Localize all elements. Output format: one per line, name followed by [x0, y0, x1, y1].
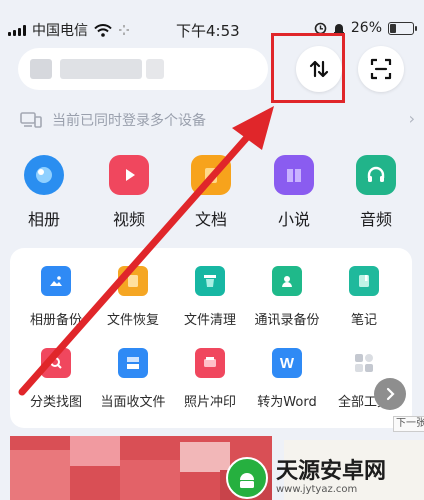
- signal-icon: [8, 24, 26, 36]
- chevron-right-icon: ›: [408, 109, 415, 128]
- next-slide-button[interactable]: [374, 378, 406, 410]
- search-bar[interactable]: [18, 48, 268, 90]
- loading-icon: [119, 25, 129, 35]
- tool-image-search[interactable]: 分类找图: [12, 348, 100, 410]
- receive-file-icon: [118, 348, 148, 378]
- redacted-text: [30, 59, 52, 79]
- category-album[interactable]: 相册: [9, 155, 79, 230]
- scan-icon: [370, 58, 392, 80]
- album-icon: [24, 155, 64, 195]
- word-convert-icon: W: [272, 348, 302, 378]
- all-tools-icon: [349, 348, 379, 378]
- tool-photo-print[interactable]: 照片冲印: [166, 348, 254, 410]
- carrier-name: 中国电信: [32, 23, 88, 39]
- contacts-backup-icon: [272, 266, 302, 296]
- next-slide-tooltip: 下一张: [393, 416, 424, 432]
- clock: 下午4:53: [176, 22, 240, 40]
- tools-panel: 相册备份 文件恢复 文件清理 通讯录备份 笔记 分类找图 当面收文件 照片冲印 …: [10, 248, 412, 428]
- tool-file-restore[interactable]: 文件恢复: [89, 266, 177, 328]
- redacted-text: [60, 59, 142, 79]
- wifi-icon: [94, 23, 112, 37]
- battery-percent: 26%: [350, 20, 382, 36]
- site-watermark: 天源安卓网 www.jytyaz.com: [226, 455, 424, 500]
- battery-icon: [388, 21, 417, 35]
- album-backup-icon: [41, 266, 71, 296]
- video-icon: [109, 155, 149, 195]
- android-logo-icon: [226, 456, 268, 499]
- category-document[interactable]: 文档: [176, 155, 246, 230]
- tool-word-convert[interactable]: W 转为Word: [243, 348, 331, 410]
- multi-device-text: 当前已同时登录多个设备: [52, 113, 206, 129]
- watermark-url: www.jytyaz.com: [276, 484, 358, 495]
- chevron-right-icon: [386, 387, 395, 401]
- file-restore-icon: [118, 266, 148, 296]
- tool-contacts-backup[interactable]: 通讯录备份: [243, 266, 331, 328]
- devices-icon: [20, 112, 42, 128]
- category-novel[interactable]: 小说: [259, 155, 329, 230]
- category-row: 相册 视频 文档 小说 音频: [0, 155, 424, 235]
- tool-album-backup[interactable]: 相册备份: [12, 266, 100, 328]
- tool-receive-file[interactable]: 当面收文件: [89, 348, 177, 410]
- watermark-title: 天源安卓网: [276, 459, 387, 484]
- audio-icon: [356, 155, 396, 195]
- scan-button[interactable]: [358, 46, 404, 92]
- redacted-text: [146, 59, 164, 79]
- status-bar: 中国电信 下午4:53 26%: [0, 0, 424, 40]
- document-icon: [191, 155, 231, 195]
- novel-icon: [274, 155, 314, 195]
- tool-notes[interactable]: 笔记: [320, 266, 408, 328]
- photo-print-icon: [195, 348, 225, 378]
- file-clean-icon: [195, 266, 225, 296]
- multi-device-notice[interactable]: 当前已同时登录多个设备 ›: [20, 107, 415, 133]
- notes-icon: [349, 266, 379, 296]
- category-audio[interactable]: 音频: [341, 155, 411, 230]
- image-search-icon: [41, 348, 71, 378]
- annotation-highlight-box: [271, 33, 345, 103]
- category-video[interactable]: 视频: [94, 155, 164, 230]
- tool-file-clean[interactable]: 文件清理: [166, 266, 254, 328]
